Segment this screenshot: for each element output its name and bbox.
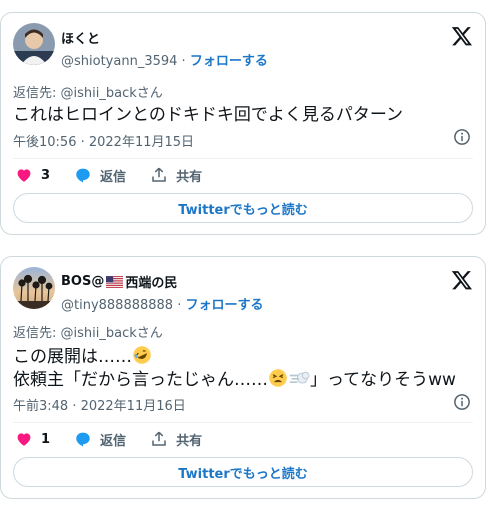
action-bar: 3 返信 共有 (15, 165, 226, 185)
share-icon (152, 431, 166, 446)
read-more-button[interactable]: Twitterでもっと読む (13, 193, 473, 223)
avatar-image (13, 267, 55, 309)
tweet-text-line-2: 依頼主「だから言ったじゃん…… 」ってなりそうww (13, 365, 456, 390)
rolling-laughing-emoji (133, 346, 151, 364)
share-icon (152, 167, 166, 182)
display-name-prefix: BOS@ (61, 274, 105, 289)
display-name[interactable]: BOS@ 西端の民 (61, 272, 177, 291)
handle-row: @tiny888888888 · フォローする (61, 294, 264, 313)
reply-button[interactable]: 返信 (74, 430, 126, 449)
x-logo-icon[interactable] (451, 25, 473, 47)
avatar[interactable] (13, 267, 55, 309)
reply-bubble-icon (76, 168, 90, 183)
follow-button[interactable]: フォローする (186, 298, 264, 313)
reply-bubble-icon (76, 432, 90, 447)
heart-icon (17, 169, 31, 182)
avatar[interactable] (13, 23, 55, 65)
share-button[interactable]: 共有 (150, 430, 202, 449)
tweet-text-part: 依頼主「だから言ったじゃん…… (13, 370, 268, 390)
action-bar: 1 返信 共有 (15, 429, 226, 449)
read-more-button[interactable]: Twitterでもっと読む (13, 457, 473, 487)
x-logo-icon[interactable] (451, 269, 473, 291)
tweet-text-part: 」ってなりそうww (310, 370, 456, 390)
tired-face-emoji (269, 369, 287, 387)
display-name[interactable]: ほくと (61, 28, 100, 47)
divider (13, 422, 473, 423)
reply-label: 返信 (100, 169, 127, 185)
tweet-card-1: ほくと @shiotyann_3594 · フォローする 返信先: @ishii… (0, 12, 486, 235)
reply-to-line: 返信先: @ishii_backさん (13, 322, 163, 341)
info-icon[interactable] (453, 128, 471, 146)
timestamp[interactable]: 午後10:56 · 2022年11月15日 (13, 131, 194, 150)
display-name-suffix: 西端の民 (125, 276, 178, 291)
reply-to-label: 返信先: (13, 326, 61, 341)
like-button[interactable]: 3 (15, 166, 50, 184)
separator: · (177, 298, 182, 313)
share-label: 共有 (176, 433, 203, 449)
info-icon[interactable] (453, 393, 471, 411)
reply-to-handle[interactable]: @ishii_backさん (61, 326, 163, 341)
user-handle[interactable]: @tiny888888888 (61, 298, 173, 313)
heart-icon (17, 433, 31, 446)
reply-to-handle[interactable]: @ishii_backさん (61, 86, 163, 101)
separator: · (181, 54, 186, 69)
reply-label: 返信 (100, 433, 127, 449)
like-count: 1 (41, 431, 51, 447)
divider (13, 158, 473, 159)
timestamp[interactable]: 午前3:48 · 2022年11月16日 (13, 395, 186, 414)
dash-emoji (289, 371, 310, 384)
tweet-text-part: この展開は…… (13, 347, 132, 367)
handle-row: @shiotyann_3594 · フォローする (61, 50, 268, 69)
like-button[interactable]: 1 (15, 430, 50, 448)
share-label: 共有 (176, 169, 203, 185)
tweet-text: これはヒロインとのドキドキ回でよく見るパターン (13, 105, 403, 125)
user-handle[interactable]: @shiotyann_3594 (61, 54, 177, 69)
reply-button[interactable]: 返信 (74, 166, 126, 185)
like-count: 3 (41, 167, 51, 183)
reply-to-line: 返信先: @ishii_backさん (13, 82, 163, 101)
share-button[interactable]: 共有 (150, 166, 202, 185)
avatar-image (13, 23, 55, 65)
reply-to-label: 返信先: (13, 86, 61, 101)
follow-button[interactable]: フォローする (190, 54, 268, 69)
tweet-text-line-1: この展開は…… (13, 342, 152, 367)
tweet-card-2: BOS@ 西端の民 @tiny888888888 · フォローする 返信先: @… (0, 256, 486, 499)
us-flag-icon (106, 275, 124, 288)
